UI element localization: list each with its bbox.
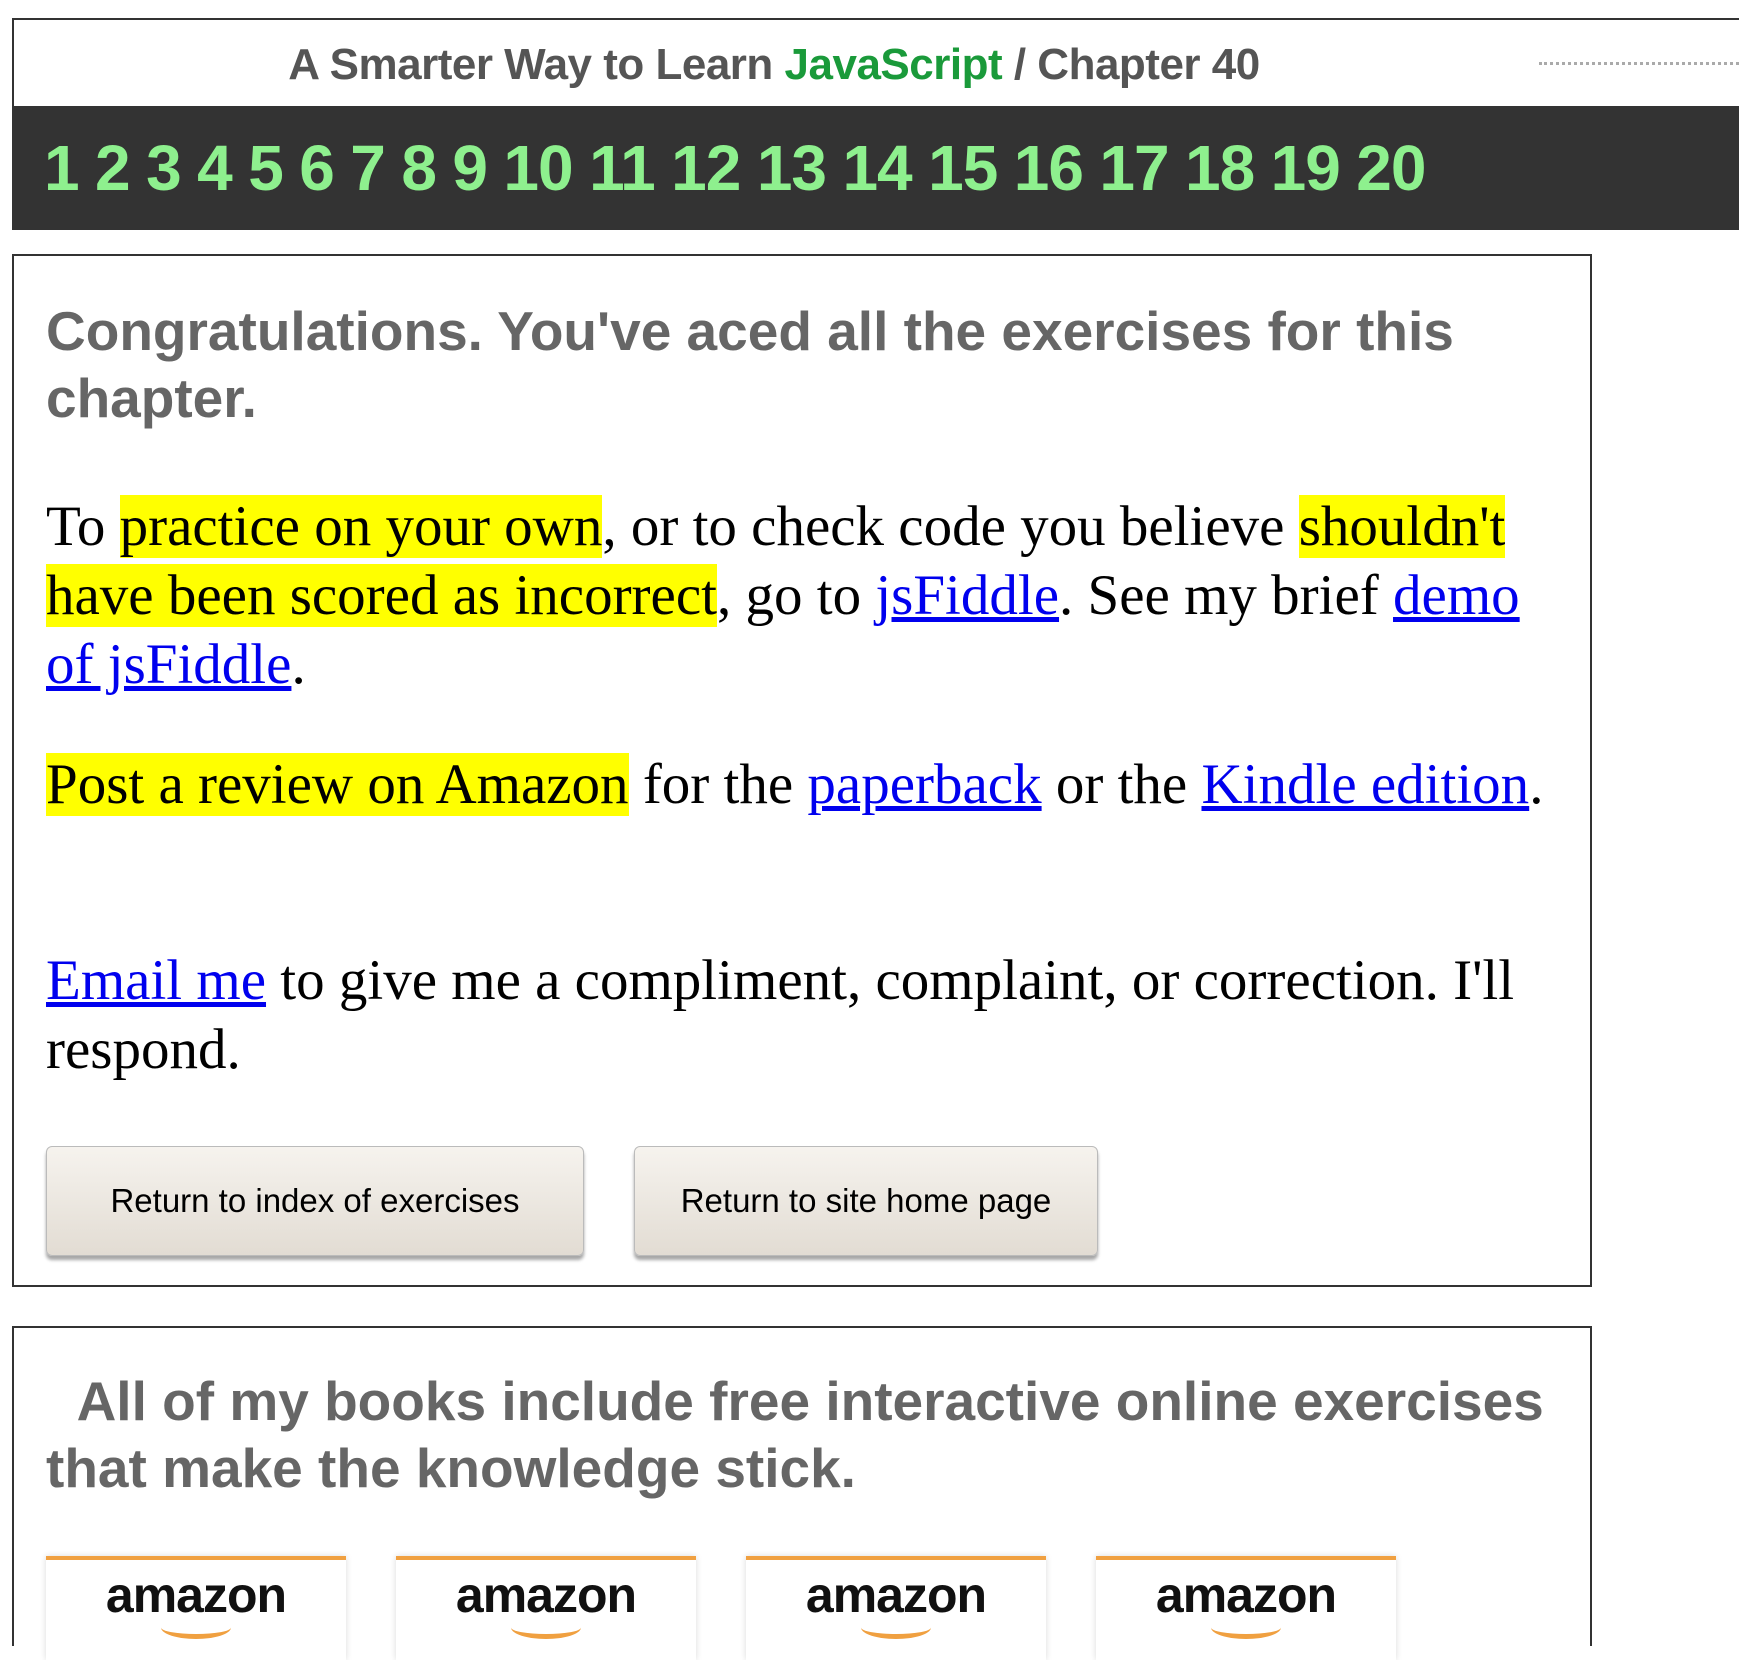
amazon-logo-text: amazon (105, 1567, 287, 1623)
email-me-link[interactable]: Email me (46, 949, 266, 1012)
email-paragraph: Email me to give me a compliment, compla… (46, 946, 1566, 1084)
return-to-home-button[interactable]: Return to site home page (634, 1146, 1098, 1256)
return-to-index-button[interactable]: Return to index of exercises (46, 1146, 584, 1256)
amazon-badge[interactable]: amazon (746, 1556, 1046, 1660)
amazon-badge[interactable]: amazon (46, 1556, 346, 1660)
jsfiddle-link[interactable]: jsFiddle (875, 564, 1059, 627)
practice-paragraph: To practice on your own, or to check cod… (46, 492, 1566, 699)
title-brand: JavaScript (784, 40, 1003, 89)
chapter-link[interactable]: 7 (350, 131, 386, 205)
books-heading: All of my books include free interactive… (46, 1368, 1546, 1502)
amazon-logo-text: amazon (1155, 1567, 1337, 1623)
chapter-link[interactable]: 15 (928, 131, 998, 205)
chapter-link[interactable]: 14 (842, 131, 912, 205)
chapter-link[interactable]: 8 (401, 131, 437, 205)
chapter-link[interactable]: 5 (248, 131, 284, 205)
kindle-edition-link[interactable]: Kindle edition (1201, 753, 1529, 816)
dotted-divider (1539, 62, 1739, 65)
chapter-link[interactable]: 3 (146, 131, 182, 205)
text: . (291, 633, 306, 696)
amazon-logo-text: amazon (455, 1567, 637, 1623)
chapter-link[interactable]: 2 (95, 131, 131, 205)
review-paragraph: Post a review on Amazon for the paperbac… (46, 750, 1566, 819)
paperback-link[interactable]: paperback (807, 753, 1041, 816)
text: or the (1041, 753, 1202, 816)
chapter-link[interactable]: 9 (452, 131, 488, 205)
chapter-link[interactable]: 19 (1271, 131, 1341, 205)
chapter-link[interactable]: 12 (671, 131, 741, 205)
chapter-link[interactable]: 10 (503, 131, 573, 205)
books-panel: All of my books include free interactive… (12, 1326, 1592, 1660)
chapter-link[interactable]: 11 (589, 131, 656, 205)
chapter-nav: 1 2 3 4 5 6 7 8 9 10 11 12 13 14 15 16 1… (12, 106, 1739, 230)
chapter-link[interactable]: 13 (757, 131, 827, 205)
chapter-link[interactable]: 20 (1356, 131, 1426, 205)
congrats-heading: Congratulations. You've aced all the exe… (46, 300, 1454, 429)
text: , or to check code you believe (602, 495, 1299, 558)
text: for the (628, 753, 808, 816)
title-suffix: / Chapter 40 (1013, 40, 1260, 89)
highlight-text: practice on your own (119, 495, 603, 558)
site-header: A Smarter Way to Learn JavaScript / Chap… (12, 18, 1739, 106)
chapter-link[interactable]: 18 (1185, 131, 1255, 205)
highlight-text: Post a review on Amazon (46, 753, 629, 816)
chapter-link[interactable]: 17 (1099, 131, 1169, 205)
amazon-logo-text: amazon (805, 1567, 987, 1623)
chapter-link[interactable]: 6 (299, 131, 335, 205)
page-title: A Smarter Way to Learn JavaScript / Chap… (14, 40, 1534, 90)
congrats-panel: Congratulations. You've aced all the exe… (12, 254, 1592, 1287)
chapter-link[interactable]: 16 (1014, 131, 1084, 205)
title-prefix: A Smarter Way to Learn (288, 40, 773, 89)
amazon-badge[interactable]: amazon (396, 1556, 696, 1660)
amazon-badge[interactable]: amazon (1096, 1556, 1396, 1660)
text: . (1529, 753, 1544, 816)
text: , go to (716, 564, 876, 627)
chapter-link[interactable]: 4 (197, 131, 233, 205)
text: To (46, 495, 120, 558)
text: to give me a compliment, complaint, or c… (46, 949, 1515, 1081)
text: . See my brief (1059, 564, 1394, 627)
books-heading-text: All of my books include free interactive… (46, 1370, 1544, 1499)
chapter-link[interactable]: 1 (44, 131, 80, 205)
